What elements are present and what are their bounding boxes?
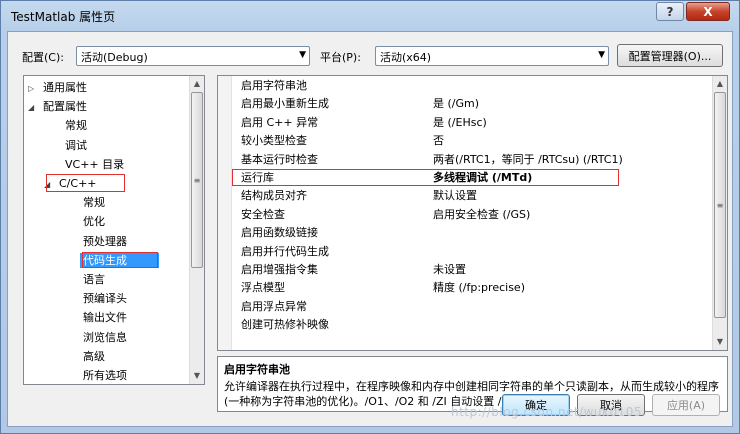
close-button[interactable]: X xyxy=(686,2,730,21)
expand-arrow-icon[interactable]: ▷ xyxy=(28,80,40,98)
property-name: 启用函数级链接 xyxy=(241,226,318,240)
grid-scrollbar[interactable]: ▲ ≡ ▼ xyxy=(712,76,727,350)
tree-item[interactable]: 高级 xyxy=(80,348,108,366)
property-value: 是 (/Gm) xyxy=(433,97,480,111)
property-name: 启用最小重新生成 xyxy=(241,97,329,111)
tree-item[interactable]: 所有选项 xyxy=(80,367,130,384)
grip-icon: ≡ xyxy=(716,200,724,210)
chevron-down-icon: ▼ xyxy=(299,50,306,60)
tree-item[interactable]: ▷ 通用属性 xyxy=(28,79,90,97)
tree-scroll-thumb[interactable]: ≡ xyxy=(191,92,203,268)
help-button[interactable]: ? xyxy=(656,2,684,21)
property-row[interactable]: 安全检查 启用安全检查 (/GS) xyxy=(231,206,711,224)
property-row[interactable]: 启用增强指令集 未设置 xyxy=(231,261,711,279)
dialog-client-area: 配置(C): 活动(Debug) ▼ 平台(P): 活动(x64) ▼ 配置管理… xyxy=(7,31,733,427)
tree-item[interactable]: 语言 xyxy=(80,271,108,289)
tree-item-label: 常规 xyxy=(65,119,87,133)
scroll-down-icon[interactable]: ▼ xyxy=(190,368,204,383)
property-value: 否 xyxy=(433,134,444,148)
config-label: 配置(C): xyxy=(22,51,64,64)
tree-item-label: 预编译头 xyxy=(83,292,127,306)
property-row[interactable]: 启用最小重新生成 是 (/Gm) xyxy=(231,95,711,113)
tree-item[interactable]: VC++ 目录 xyxy=(62,156,127,174)
scroll-up-icon[interactable]: ▲ xyxy=(713,76,727,91)
chevron-down-icon: ▼ xyxy=(598,50,605,60)
property-value: 未设置 xyxy=(433,263,466,276)
grid-gutter xyxy=(218,76,232,350)
property-row[interactable]: 浮点模型 精度 (/fp:precise) xyxy=(231,279,711,297)
tree-item[interactable]: 调试 xyxy=(62,137,90,155)
property-row[interactable]: 启用 C++ 异常 是 (/EHsc) xyxy=(231,114,711,132)
property-name: 浮点模型 xyxy=(241,281,285,295)
property-row[interactable]: 基本运行时检查 两者(/RTC1，等同于 /RTCsu) (/RTC1) xyxy=(231,151,711,169)
properties-dialog: TestMatlab 属性页 ? X 配置(C): 活动(Debug) ▼ 平台… xyxy=(0,0,740,434)
tree-item[interactable]: 预编译头 xyxy=(80,290,130,308)
description-title: 启用字符串池 xyxy=(224,363,290,376)
highlight-box-runtime-library xyxy=(232,169,619,186)
tree-item-label: 预处理器 xyxy=(83,234,127,248)
property-row[interactable]: 启用并行代码生成 xyxy=(231,243,711,261)
property-value: 默认设置 xyxy=(433,189,477,203)
tree-item-label: 所有选项 xyxy=(83,369,127,382)
property-value: 两者(/RTC1，等同于 /RTCsu) (/RTC1) xyxy=(433,152,623,166)
tree-item[interactable]: 输出文件 xyxy=(80,309,130,327)
property-row[interactable]: 创建可热修补映像 xyxy=(231,316,711,334)
property-name: 基本运行时检查 xyxy=(241,152,318,166)
property-name: 较小类型检查 xyxy=(241,134,307,148)
collapse-arrow-icon[interactable]: ◢ xyxy=(28,99,40,117)
tree-item[interactable]: ◢ 配置属性 xyxy=(28,98,90,116)
property-row[interactable]: 结构成员对齐 默认设置 xyxy=(231,187,711,205)
property-row[interactable]: 启用字符串池 xyxy=(231,77,711,95)
tree-item-label: 调试 xyxy=(65,138,87,152)
config-manager-button[interactable]: 配置管理器(O)... xyxy=(617,44,723,67)
platform-select[interactable]: 活动(x64) ▼ xyxy=(375,46,609,66)
property-name: 结构成员对齐 xyxy=(241,189,307,203)
tree-item-label: 输出文件 xyxy=(83,311,127,325)
property-value: 是 (/EHsc) xyxy=(433,115,487,129)
tree-item-label: 优化 xyxy=(83,215,105,229)
config-value: 活动(Debug) xyxy=(81,51,148,64)
property-row[interactable]: 启用浮点异常 xyxy=(231,298,711,316)
property-name: 创建可热修补映像 xyxy=(241,318,329,332)
property-row[interactable]: 启用函数级链接 xyxy=(231,224,711,242)
tree-item[interactable]: 浏览信息 xyxy=(80,329,130,347)
platform-value: 活动(x64) xyxy=(380,51,432,64)
grip-icon: ≡ xyxy=(193,175,201,185)
tree-item[interactable]: 常规 xyxy=(62,117,90,135)
property-name: 启用增强指令集 xyxy=(241,263,318,276)
property-value: 精度 (/fp:precise) xyxy=(433,281,525,295)
property-name: 启用 C++ 异常 xyxy=(241,115,319,129)
highlight-box-codegen xyxy=(82,252,158,268)
grid-scroll-thumb[interactable]: ≡ xyxy=(714,92,726,318)
property-grid[interactable]: 启用字符串池启用最小重新生成 是 (/Gm) 启用 C++ 异常 是 (/EHsc) 较… xyxy=(217,75,728,351)
config-select[interactable]: 活动(Debug) ▼ xyxy=(76,46,310,66)
tree-item-label: 浏览信息 xyxy=(83,330,127,344)
property-name: 启用字符串池 xyxy=(241,79,307,92)
tree-item[interactable]: 预处理器 xyxy=(80,233,130,251)
highlight-box-cpp xyxy=(46,174,125,192)
tree-item-label: 语言 xyxy=(83,273,105,286)
category-tree[interactable]: ▷ 通用属性 ◢ 配置属性 常规 调试 VC++ 目录 ◢ C/C++ 常规 优化 预处理器 代码生成语… xyxy=(23,75,205,385)
watermark-text: http://blog.csdn.net/wuk0105 xyxy=(451,405,643,419)
property-row[interactable]: 较小类型检查 否 xyxy=(231,132,711,150)
platform-label: 平台(P): xyxy=(320,51,361,64)
apply-button[interactable]: 应用(A) xyxy=(652,394,720,416)
tree-item-label: VC++ 目录 xyxy=(65,157,125,171)
tree-item-label: 通用属性 xyxy=(43,81,87,94)
tree-item[interactable]: 优化 xyxy=(80,213,108,231)
property-name: 安全检查 xyxy=(241,207,285,221)
scroll-down-icon[interactable]: ▼ xyxy=(713,334,727,349)
scroll-up-icon[interactable]: ▲ xyxy=(190,76,204,91)
window-title: TestMatlab 属性页 xyxy=(11,10,116,24)
title-bar[interactable]: TestMatlab 属性页 ? X xyxy=(1,1,739,31)
property-name: 启用并行代码生成 xyxy=(241,244,329,258)
property-name: 启用浮点异常 xyxy=(241,299,307,313)
tree-item-label: 配置属性 xyxy=(43,100,87,114)
property-value: 启用安全检查 (/GS) xyxy=(433,207,531,221)
tree-item-label: 常规 xyxy=(83,196,105,210)
tree-scrollbar[interactable]: ▲ ≡ ▼ xyxy=(189,76,204,384)
tree-item[interactable]: 常规 xyxy=(80,194,108,212)
tree-item-label: 高级 xyxy=(83,349,105,363)
